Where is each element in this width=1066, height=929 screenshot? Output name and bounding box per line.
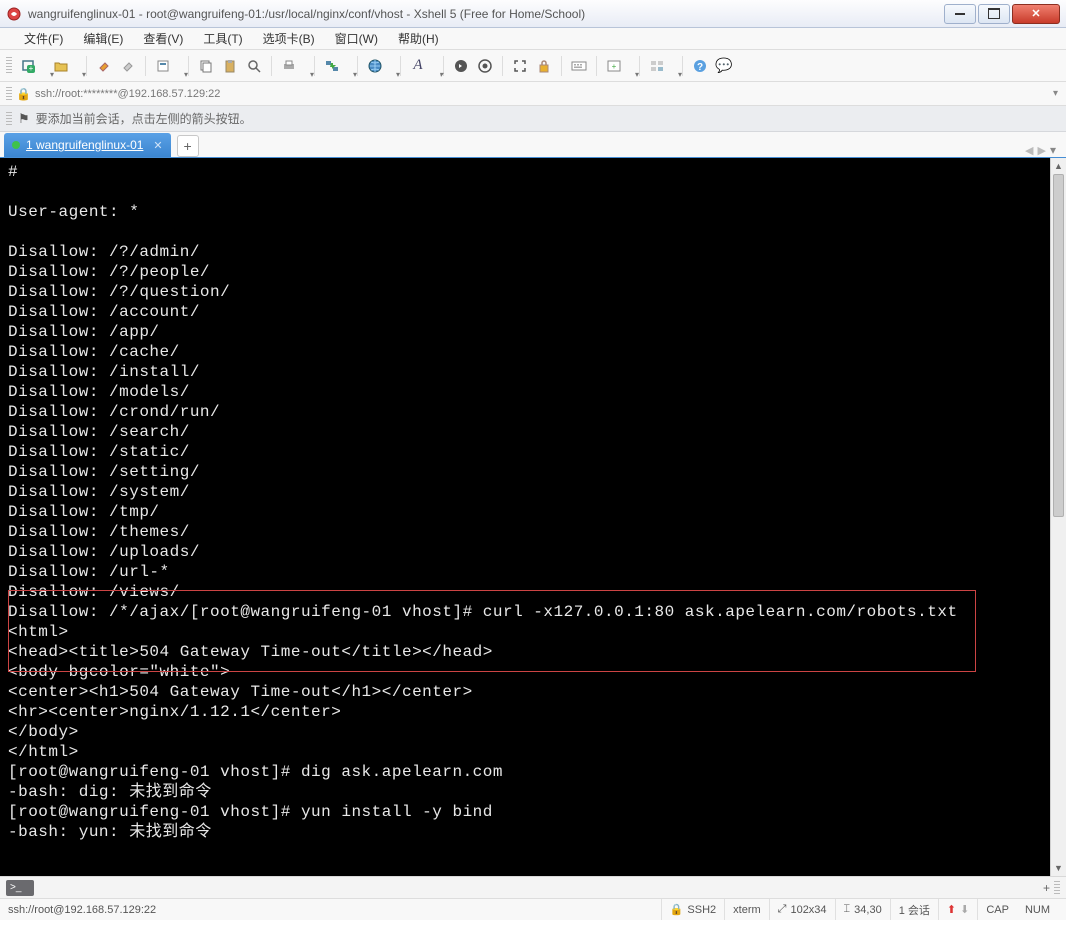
download-arrow-icon: ⬇ bbox=[960, 903, 969, 916]
new-tab-button[interactable]: + bbox=[177, 135, 199, 157]
tab-close-icon[interactable]: ✕ bbox=[153, 139, 162, 152]
lock-small-icon: 🔒 bbox=[16, 87, 31, 101]
svg-text:?: ? bbox=[697, 62, 703, 73]
resize-icon: ⤢ bbox=[778, 903, 787, 916]
reconnect-icon[interactable] bbox=[93, 55, 115, 77]
tipbar-grip bbox=[6, 112, 12, 126]
globe-icon[interactable]: ▾ bbox=[364, 55, 394, 77]
connected-dot-icon bbox=[12, 141, 20, 149]
menu-edit[interactable]: 编辑(E) bbox=[73, 28, 133, 49]
status-lock-icon: 🔒 bbox=[670, 903, 684, 916]
maximize-button[interactable] bbox=[978, 4, 1010, 24]
copy-icon[interactable] bbox=[195, 55, 217, 77]
svg-text:+: + bbox=[612, 62, 617, 71]
paste-icon[interactable] bbox=[219, 55, 241, 77]
transfer-icon[interactable]: ▾ bbox=[321, 55, 351, 77]
menu-options[interactable]: 选项卡(B) bbox=[253, 28, 325, 49]
status-sessions: 1 会话 bbox=[899, 902, 930, 918]
print-icon[interactable]: ▾ bbox=[278, 55, 308, 77]
status-cap: CAP bbox=[986, 904, 1009, 916]
layout-icon[interactable]: +▾ bbox=[603, 55, 633, 77]
menu-help[interactable]: 帮助(H) bbox=[388, 28, 449, 49]
tip-bar: ⚑ 要添加当前会话，点击左侧的箭头按钮。 bbox=[0, 106, 1066, 132]
tip-text: 要添加当前会话，点击左侧的箭头按钮。 bbox=[36, 110, 252, 127]
localbar-grip bbox=[1054, 881, 1060, 895]
menu-tools[interactable]: 工具(T) bbox=[193, 28, 252, 49]
help-icon[interactable]: ? bbox=[689, 55, 711, 77]
status-connection: ssh://root@192.168.57.129:22 bbox=[8, 904, 156, 916]
keyboard-icon[interactable] bbox=[568, 55, 590, 77]
window-titlebar: wangruifenglinux-01 - root@wangruifeng-0… bbox=[0, 0, 1066, 28]
svg-text:+: + bbox=[29, 64, 34, 73]
find-icon[interactable] bbox=[243, 55, 265, 77]
address-dropdown[interactable]: ▾ bbox=[1053, 88, 1058, 99]
cursor-icon: ⌶ bbox=[844, 903, 851, 916]
status-terminal-type: xterm bbox=[733, 904, 761, 916]
tab-next-icon[interactable]: ▶ bbox=[1038, 144, 1046, 157]
menu-bar: 文件(F) 编辑(E) 查看(V) 工具(T) 选项卡(B) 窗口(W) 帮助(… bbox=[0, 28, 1066, 50]
script-icon[interactable] bbox=[450, 55, 472, 77]
terminal-output[interactable]: # User-agent: * Disallow: /?/admin/ Disa… bbox=[0, 158, 1050, 876]
upload-arrow-icon: ⬆ bbox=[947, 903, 956, 916]
addressbar-grip bbox=[6, 87, 12, 101]
status-cursor: 34,30 bbox=[854, 904, 882, 916]
menu-window[interactable]: 窗口(W) bbox=[325, 28, 388, 49]
address-bar: 🔒 ssh://root:********@192.168.57.129:22 … bbox=[0, 82, 1066, 106]
tab-prev-icon[interactable]: ◀ bbox=[1025, 144, 1033, 157]
window-title: wangruifenglinux-01 - root@wangruifeng-0… bbox=[28, 7, 942, 21]
lock-icon[interactable] bbox=[533, 55, 555, 77]
tile-icon[interactable]: ▾ bbox=[646, 55, 676, 77]
toolbar: +▾ ▾ ▾ ▾ ▾ ▾ A▾ +▾ ▾ ? 💬 bbox=[0, 50, 1066, 82]
status-protocol: SSH2 bbox=[687, 904, 716, 916]
window-controls bbox=[942, 4, 1060, 24]
new-session-icon[interactable]: +▾ bbox=[18, 55, 48, 77]
open-icon[interactable]: ▾ bbox=[50, 55, 80, 77]
session-tab-label: 1 wangruifenglinux-01 bbox=[26, 138, 143, 152]
local-add-icon[interactable]: + bbox=[1043, 881, 1050, 895]
toolbar-grip bbox=[6, 57, 12, 75]
status-size: 102x34 bbox=[790, 904, 826, 916]
record-icon[interactable] bbox=[474, 55, 496, 77]
status-bar: ssh://root@192.168.57.129:22 🔒SSH2 xterm… bbox=[0, 898, 1066, 920]
status-num: NUM bbox=[1025, 904, 1050, 916]
properties-icon[interactable]: ▾ bbox=[152, 55, 182, 77]
disconnect-icon[interactable] bbox=[117, 55, 139, 77]
app-icon bbox=[6, 6, 22, 22]
local-shell-icon[interactable]: >_ bbox=[6, 880, 34, 896]
scroll-up-icon[interactable]: ▲ bbox=[1051, 158, 1066, 174]
session-tab[interactable]: 1 wangruifenglinux-01 ✕ bbox=[4, 133, 171, 157]
local-shell-bar: >_ + bbox=[0, 876, 1066, 898]
address-text[interactable]: ssh://root:********@192.168.57.129:22 bbox=[35, 88, 1053, 100]
font-icon[interactable]: A▾ bbox=[407, 55, 437, 77]
scroll-track[interactable] bbox=[1051, 174, 1066, 860]
menu-view[interactable]: 查看(V) bbox=[133, 28, 193, 49]
scroll-down-icon[interactable]: ▼ bbox=[1051, 860, 1066, 876]
flag-icon[interactable]: ⚑ bbox=[18, 111, 30, 127]
close-button[interactable] bbox=[1012, 4, 1060, 24]
fullscreen-icon[interactable] bbox=[509, 55, 531, 77]
terminal-area: # User-agent: * Disallow: /?/admin/ Disa… bbox=[0, 158, 1066, 876]
session-tab-bar: 1 wangruifenglinux-01 ✕ + ◀ ▶ ▾ bbox=[0, 132, 1066, 158]
minimize-button[interactable] bbox=[944, 4, 976, 24]
scroll-thumb[interactable] bbox=[1053, 174, 1064, 517]
vertical-scrollbar[interactable]: ▲ ▼ bbox=[1050, 158, 1066, 876]
tab-list-icon[interactable]: ▾ bbox=[1050, 143, 1056, 157]
menu-file[interactable]: 文件(F) bbox=[14, 28, 73, 49]
chat-icon[interactable]: 💬 bbox=[713, 55, 735, 77]
